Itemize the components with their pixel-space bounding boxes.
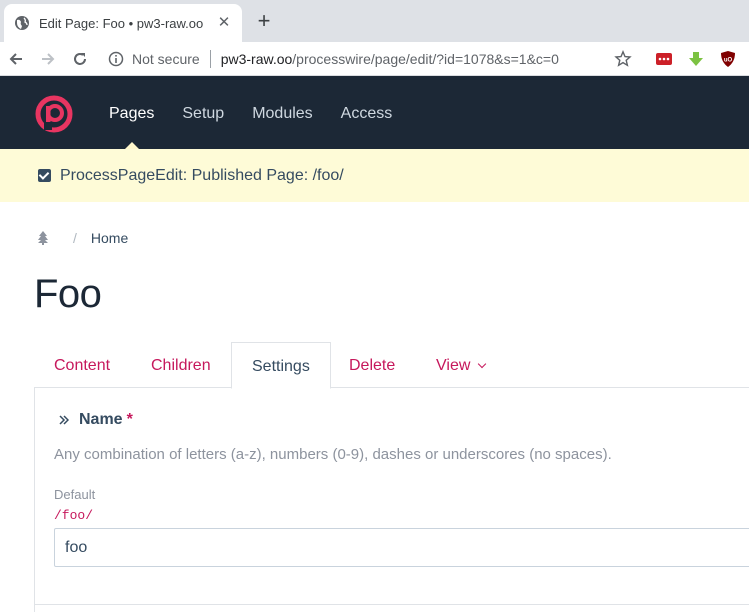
processwire-logo-icon[interactable] <box>34 94 74 134</box>
check-square-icon <box>38 169 51 182</box>
bookmark-star-icon[interactable] <box>614 50 632 68</box>
forward-button[interactable] <box>36 47 60 71</box>
nav-access[interactable]: Access <box>327 76 407 149</box>
lastpass-extension-icon[interactable] <box>655 50 673 68</box>
address-bar[interactable]: Not secure pw3-raw.oo/processwire/page/e… <box>104 44 644 74</box>
primary-nav: Pages Setup Modules Access <box>95 76 406 149</box>
ublock-origin-icon[interactable]: uO <box>719 50 737 68</box>
field-description: Any combination of letters (a-z), number… <box>54 446 612 463</box>
download-extension-icon[interactable] <box>687 50 705 68</box>
arrow-left-icon <box>9 53 22 65</box>
page-title: Foo <box>34 272 102 316</box>
notice-text: ProcessPageEdit: Published Page: /foo/ <box>60 166 344 184</box>
required-marker: * <box>126 411 133 428</box>
language-label: Default <box>54 487 96 502</box>
tab-children[interactable]: Children <box>131 342 231 388</box>
tab-title: Edit Page: Foo • pw3-raw.oo <box>39 15 204 31</box>
name-input[interactable] <box>54 528 749 567</box>
reload-button[interactable] <box>68 47 92 71</box>
browser-tab[interactable]: Edit Page: Foo • pw3-raw.oo ✕ <box>4 4 242 42</box>
back-button[interactable] <box>4 47 28 71</box>
tab-view[interactable]: View <box>416 342 505 388</box>
admin-masthead: Pages Setup Modules Access <box>0 76 749 149</box>
browser-tabstrip: Edit Page: Foo • pw3-raw.oo ✕ + <box>0 0 749 42</box>
info-icon[interactable] <box>108 51 124 67</box>
breadcrumb-home[interactable]: Home <box>91 230 128 246</box>
browser-toolbar: Not secure pw3-raw.oo/processwire/page/e… <box>0 42 749 76</box>
tab-settings[interactable]: Settings <box>231 342 331 389</box>
nav-modules[interactable]: Modules <box>238 76 326 149</box>
tab-content[interactable]: Content <box>34 342 130 388</box>
breadcrumb-separator: / <box>73 230 77 246</box>
nav-pages[interactable]: Pages <box>95 76 168 149</box>
field-divider <box>34 604 749 605</box>
arrow-right-icon <box>42 53 55 65</box>
tree-icon[interactable] <box>37 231 49 245</box>
nav-setup[interactable]: Setup <box>168 76 238 149</box>
security-label[interactable]: Not secure <box>132 51 200 67</box>
angle-double-right-icon <box>59 415 69 425</box>
url-host: pw3-raw.oo <box>220 51 293 67</box>
tab-delete[interactable]: Delete <box>329 342 415 388</box>
field-label: Name <box>79 411 123 428</box>
svg-text:uO: uO <box>724 58 733 64</box>
url-path: /processwire/page/edit/?id=1078&s=1&c=0 <box>292 51 559 67</box>
omnibox-divider <box>209 50 211 68</box>
breadcrumb: / Home <box>37 228 128 248</box>
page-path-preview: /foo/ <box>54 508 94 523</box>
settings-panel <box>34 387 749 612</box>
reload-icon <box>74 53 86 65</box>
tab-view-label: View <box>436 357 471 374</box>
close-tab-icon[interactable]: ✕ <box>216 15 232 31</box>
new-tab-button[interactable]: + <box>252 8 276 34</box>
name-field-header[interactable]: Name * <box>59 411 133 429</box>
page-edit-tabs: Content Children Settings Delete View <box>34 342 749 389</box>
chevron-down-icon <box>478 359 487 369</box>
notice-message: ProcessPageEdit: Published Page: /foo/ <box>0 149 749 202</box>
globe-icon <box>15 16 29 30</box>
